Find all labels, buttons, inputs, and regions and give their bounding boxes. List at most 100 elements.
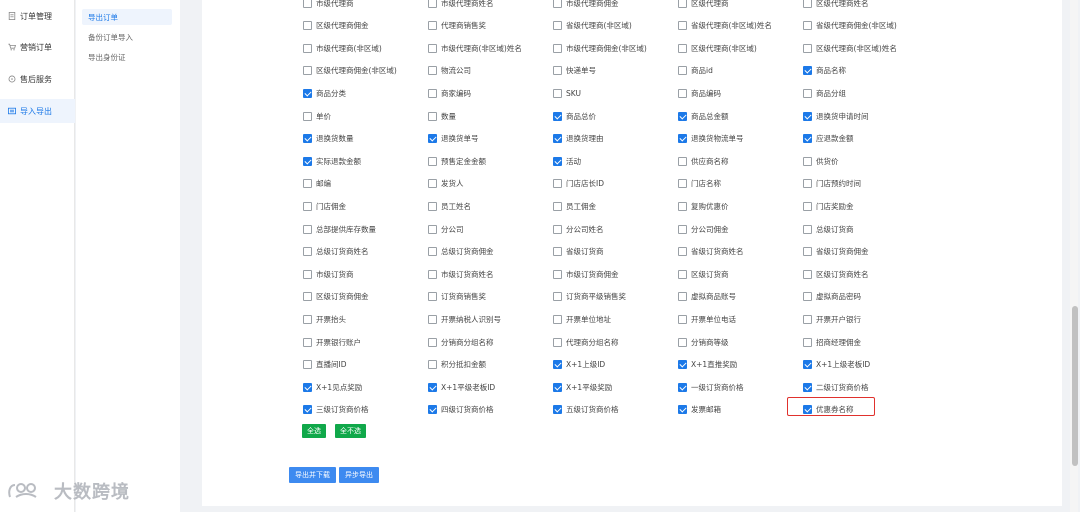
scrollbar-thumb[interactable] [1072,306,1078,466]
field-checkbox[interactable]: 总级订货商佣金 [428,246,494,258]
field-checkbox[interactable]: 区级代理商佣金 [303,20,369,32]
checkbox-checked-icon[interactable] [428,134,437,144]
field-checkbox[interactable]: SKU [553,87,581,99]
export-download-button[interactable]: 导出并下载 [289,467,336,483]
sub-item-export-id-card[interactable]: 导出身份证 [82,49,172,65]
field-checkbox[interactable]: 区级代理商(非区域)姓名 [803,42,897,54]
checkbox-unchecked-icon[interactable] [303,337,312,347]
checkbox-unchecked-icon[interactable] [678,247,687,257]
checkbox-unchecked-icon[interactable] [303,292,312,302]
checkbox-unchecked-icon[interactable] [678,292,687,302]
field-checkbox[interactable]: 代理商销售奖 [428,20,486,32]
field-checkbox[interactable]: 活动 [553,155,581,167]
field-checkbox[interactable]: X+1平级老板ID [428,381,495,393]
field-checkbox[interactable]: 区级订货商佣金 [303,291,369,303]
checkbox-checked-icon[interactable] [678,360,687,370]
field-checkbox[interactable]: 省级代理商(非区域) [553,20,632,32]
field-checkbox[interactable]: 总部提供库存数量 [303,223,376,235]
field-checkbox[interactable]: 单价 [303,110,331,122]
checkbox-unchecked-icon[interactable] [803,247,812,257]
checkbox-unchecked-icon[interactable] [678,269,687,279]
field-checkbox[interactable]: 商品总金额 [678,110,729,122]
checkbox-unchecked-icon[interactable] [553,292,562,302]
checkbox-unchecked-icon[interactable] [303,247,312,257]
select-all-button[interactable]: 全选 [302,424,326,438]
checkbox-unchecked-icon[interactable] [553,179,562,189]
field-checkbox[interactable]: 商品总价 [553,110,596,122]
field-checkbox[interactable]: 门店预约时间 [803,178,861,190]
field-checkbox[interactable]: 代理商分组名称 [553,336,619,348]
field-checkbox[interactable]: 省级订货商 [553,246,604,258]
checkbox-unchecked-icon[interactable] [428,156,437,166]
checkbox-unchecked-icon[interactable] [803,88,812,98]
checkbox-unchecked-icon[interactable] [428,337,437,347]
field-checkbox[interactable]: 省级代理商佣金(非区域) [803,20,897,32]
field-checkbox[interactable]: 省级订货商姓名 [678,246,744,258]
field-checkbox[interactable]: 商品编码 [678,87,721,99]
checkbox-unchecked-icon[interactable] [678,179,687,189]
field-checkbox[interactable]: 商家编码 [428,87,471,99]
checkbox-unchecked-icon[interactable] [428,43,437,53]
field-checkbox[interactable]: 门店佣金 [303,200,346,212]
field-checkbox[interactable]: 订货商平级销售奖 [553,291,626,303]
checkbox-unchecked-icon[interactable] [803,43,812,53]
checkbox-unchecked-icon[interactable] [803,156,812,166]
field-checkbox[interactable]: 四级订货商价格 [428,404,494,416]
checkbox-unchecked-icon[interactable] [678,43,687,53]
checkbox-checked-icon[interactable] [803,360,812,370]
checkbox-checked-icon[interactable] [553,382,562,392]
field-checkbox[interactable]: 实际退款金额 [303,155,361,167]
field-checkbox[interactable]: 二级订货商价格 [803,381,869,393]
field-checkbox[interactable]: 供货价 [803,155,839,167]
sidebar-item-marketing-orders[interactable]: 营销订单 [0,35,75,59]
checkbox-unchecked-icon[interactable] [428,224,437,234]
field-checkbox[interactable]: 商品名称 [803,65,846,77]
checkbox-unchecked-icon[interactable] [678,337,687,347]
checkbox-unchecked-icon[interactable] [303,360,312,370]
checkbox-unchecked-icon[interactable] [303,21,312,31]
field-checkbox[interactable]: 区级代理商佣金(非区域) [303,65,397,77]
field-checkbox[interactable]: 省级代理商(非区域)姓名 [678,20,772,32]
checkbox-unchecked-icon[interactable] [803,314,812,324]
field-checkbox[interactable]: 开票抬头 [303,313,346,325]
checkbox-checked-icon[interactable] [678,134,687,144]
field-checkbox[interactable]: 员工姓名 [428,200,471,212]
checkbox-unchecked-icon[interactable] [303,179,312,189]
sidebar-item-order-management[interactable]: 订单管理 [0,4,75,28]
field-checkbox[interactable]: 开票银行账户 [303,336,361,348]
field-checkbox[interactable]: 总级订货商 [803,223,854,235]
sidebar-item-after-sales[interactable]: 售后服务 [0,67,75,91]
checkbox-checked-icon[interactable] [678,382,687,392]
field-checkbox[interactable]: 市级订货商姓名 [428,268,494,280]
checkbox-unchecked-icon[interactable] [428,21,437,31]
checkbox-unchecked-icon[interactable] [553,88,562,98]
field-checkbox[interactable]: 总级订货商姓名 [303,246,369,258]
checkbox-unchecked-icon[interactable] [553,337,562,347]
field-checkbox[interactable]: 开票开户银行 [803,313,861,325]
checkbox-checked-icon[interactable] [303,88,312,98]
checkbox-unchecked-icon[interactable] [553,43,562,53]
checkbox-unchecked-icon[interactable] [803,292,812,302]
checkbox-unchecked-icon[interactable] [803,21,812,31]
field-checkbox[interactable]: 商品id [678,65,713,77]
checkbox-unchecked-icon[interactable] [553,21,562,31]
checkbox-unchecked-icon[interactable] [678,314,687,324]
checkbox-unchecked-icon[interactable] [428,314,437,324]
sub-item-backup-import[interactable]: 备份订单导入 [82,29,172,45]
checkbox-unchecked-icon[interactable] [428,292,437,302]
checkbox-unchecked-icon[interactable] [303,224,312,234]
field-checkbox[interactable]: 开票纳税人识别号 [428,313,501,325]
field-checkbox[interactable]: 分公司 [428,223,464,235]
field-checkbox[interactable]: 区级订货商姓名 [803,268,869,280]
checkbox-checked-icon[interactable] [553,360,562,370]
field-checkbox[interactable]: 分公司姓名 [553,223,604,235]
checkbox-unchecked-icon[interactable] [678,201,687,211]
checkbox-checked-icon[interactable] [803,111,812,121]
checkbox-unchecked-icon[interactable] [303,314,312,324]
checkbox-unchecked-icon[interactable] [803,0,812,8]
field-checkbox[interactable]: 发货人 [428,178,464,190]
checkbox-unchecked-icon[interactable] [678,156,687,166]
field-checkbox[interactable]: X+1直推奖励 [678,359,737,371]
field-checkbox[interactable]: 市级代理商 [303,0,354,9]
field-checkbox[interactable]: 市级代理商佣金 [553,0,619,9]
